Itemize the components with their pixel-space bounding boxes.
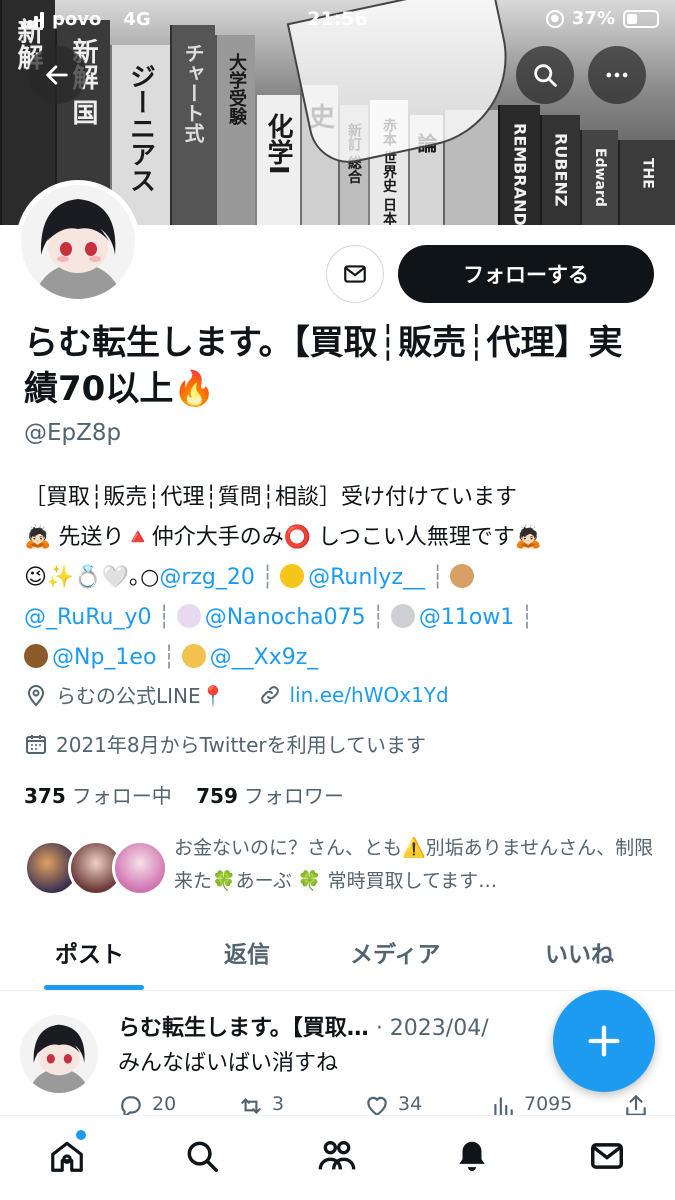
mention-link[interactable]: @__Xx9z_ xyxy=(210,645,319,670)
post-text: みんなばいばい消すね xyxy=(118,1051,339,1076)
bio-line: @_RuRu_y0 ┆ @Nanocha075 ┆ @11ow1 ┆ xyxy=(24,598,664,638)
post-header: らむ転生します。【買取… · 2023/04/ xyxy=(118,1010,489,1042)
status-bar: povo 4G 21:56 ● 37% xyxy=(0,0,675,40)
profile-handle: @EpZ8p xyxy=(24,420,122,446)
more-icon xyxy=(606,72,628,78)
tab-replies[interactable]: 返信 xyxy=(224,935,270,969)
follow-counts: 375 フォロー中 759 フォロワー xyxy=(24,780,344,809)
view-count: 7095 xyxy=(524,1093,573,1115)
search-icon xyxy=(534,64,557,87)
location-pin-icon xyxy=(27,684,45,706)
dog-face-icon xyxy=(450,564,475,588)
avatar-illustration xyxy=(21,185,135,299)
cat-face-icon xyxy=(181,644,206,668)
mention-link[interactable]: @_RuRu_y0 xyxy=(24,605,152,630)
banner-book: 大学受験 xyxy=(215,35,255,225)
more-button[interactable] xyxy=(588,46,646,104)
banner-book: 化学I xyxy=(255,95,300,225)
plus-icon xyxy=(588,1025,620,1057)
followers-label: フォロワー xyxy=(243,784,344,808)
home-icon xyxy=(51,1141,83,1172)
followers-you-know[interactable]: お金ないのに？さん、とも⚠️別垢ありませんさん、制限来た🍀あーぶ 🍀 常時買取し… xyxy=(24,832,664,912)
search-button[interactable] xyxy=(516,46,574,104)
active-tab-indicator xyxy=(44,985,144,990)
nav-communities[interactable] xyxy=(317,1136,357,1176)
envelope-icon xyxy=(591,1143,623,1169)
orientation-lock-icon: ● xyxy=(545,9,564,28)
envelope-icon xyxy=(344,265,366,283)
bio-separator: ┆ xyxy=(520,605,534,630)
banner-book: THE xyxy=(618,140,675,225)
bio-line: @Np_1eo ┆ @__Xx9z_ xyxy=(24,638,664,678)
bio-line: ［買取┆販売┆代理┆質問┆相談］受け付けています xyxy=(24,485,517,510)
nav-notifications[interactable] xyxy=(452,1136,492,1176)
avatar-illustration xyxy=(20,1015,98,1093)
bio-line: 😉✨💍🤍｡○@rzg_20 ┆ @Runlyz__ ┆ xyxy=(24,558,664,598)
bio-separator: ┆ xyxy=(431,565,445,590)
home-notification-dot xyxy=(76,1130,86,1140)
repost-count: 3 xyxy=(272,1093,285,1115)
profile-display-name: らむ転生します。【買取┆販売┆代理】実績70以上🔥 xyxy=(24,323,623,409)
mention-link[interactable]: @rzg_20 xyxy=(159,565,255,590)
communities-icon xyxy=(318,1141,356,1170)
mention-link[interactable]: @Nanocha075 xyxy=(205,605,366,630)
banner-book: RUBENZ xyxy=(540,115,580,225)
mention-link[interactable]: @Np_1eo xyxy=(52,645,156,670)
profile-avatar[interactable] xyxy=(16,180,140,304)
bell-icon xyxy=(459,1141,485,1172)
nav-search[interactable] xyxy=(182,1136,222,1176)
tab-posts[interactable]: ポスト xyxy=(55,935,124,969)
following-count: 375 xyxy=(24,784,66,808)
banner-book: Edward xyxy=(580,130,618,225)
like-count: 34 xyxy=(398,1093,423,1115)
mention-link[interactable]: @11ow1 xyxy=(419,605,514,630)
message-button[interactable] xyxy=(326,245,384,303)
back-button[interactable] xyxy=(28,46,86,104)
rabbit-face-icon xyxy=(176,604,201,628)
arrow-left-icon xyxy=(46,65,68,85)
following-label: フォロー中 xyxy=(71,784,172,808)
profile-joined-row: 2021年8月からTwitterを利用しています xyxy=(24,729,426,758)
crown-icon xyxy=(280,564,305,588)
nav-home[interactable] xyxy=(47,1136,87,1176)
bio-line: 🙇🏻 先送り🔺仲介大手のみ⭕️ しつこい人無理です🙇🏻 xyxy=(24,525,543,550)
mouse-face-icon xyxy=(390,604,415,628)
bottom-navigation xyxy=(0,1115,675,1200)
calendar-icon xyxy=(26,734,46,754)
followers-you-know-text: お金ないのに？さん、とも⚠️別垢ありませんさん、制限来た🍀あーぶ 🍀 常時買取し… xyxy=(174,837,654,892)
banner-book: チャート式 xyxy=(170,25,215,225)
followers-count: 759 xyxy=(196,784,238,808)
tab-likes[interactable]: いいね xyxy=(545,935,614,969)
compose-post-button[interactable] xyxy=(553,990,655,1092)
banner-book: REMBRANDT xyxy=(498,105,540,225)
bio-separator: ┆ xyxy=(162,645,176,670)
profile-bio: ［買取┆販売┆代理┆質問┆相談］受け付けています 🙇🏻 先送り🔺仲介大手のみ⭕️… xyxy=(24,478,664,678)
followers-link[interactable]: 759 フォロワー xyxy=(196,784,344,808)
bio-separator: ┆ xyxy=(371,605,385,630)
profile-location: らむの公式LINE📍 xyxy=(56,684,226,708)
post-author-avatar[interactable] xyxy=(20,1015,98,1093)
profile-website-link[interactable]: lin.ee/hWOx1Yd xyxy=(290,683,449,707)
post-author-name[interactable]: らむ転生します。【買取… xyxy=(118,1016,369,1041)
post-date[interactable]: · 2023/04/ xyxy=(376,1016,489,1041)
mention-link[interactable]: @Runlyz__ xyxy=(308,565,425,590)
profile-tabs: ポスト 返信 メディア いいね xyxy=(0,925,675,991)
bear-face-icon xyxy=(24,644,48,668)
battery-percent: 37% xyxy=(571,8,615,29)
bio-emoji-text: 😉✨💍🤍｡○ xyxy=(24,565,160,590)
search-icon xyxy=(187,1141,218,1172)
bio-separator: ┆ xyxy=(260,565,275,590)
nav-messages[interactable] xyxy=(587,1136,627,1176)
following-link[interactable]: 375 フォロー中 xyxy=(24,784,172,808)
link-icon xyxy=(260,685,279,704)
battery-icon xyxy=(623,9,659,28)
bio-separator: ┆ xyxy=(157,605,171,630)
profile-meta-row: らむの公式LINE📍 lin.ee/hWOx1Yd xyxy=(24,680,449,709)
follower-avatar xyxy=(112,840,168,896)
profile-joined-date: 2021年8月からTwitterを利用しています xyxy=(56,733,427,757)
follow-button[interactable]: フォローする xyxy=(398,245,654,303)
reply-count: 20 xyxy=(152,1093,177,1115)
tab-media[interactable]: メディア xyxy=(350,935,440,969)
